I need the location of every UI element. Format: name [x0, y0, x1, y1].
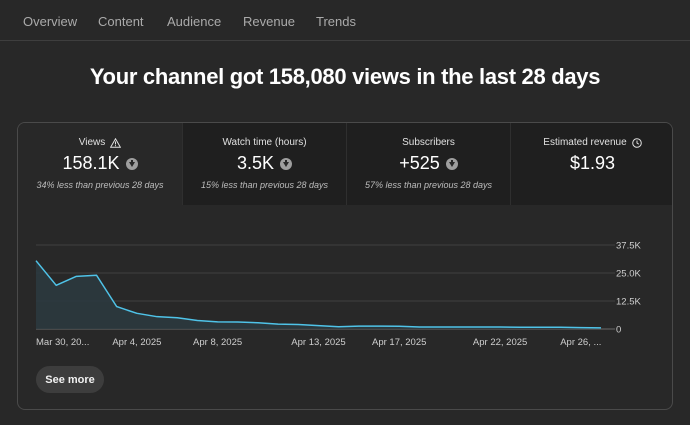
metric-label: Views	[78, 137, 106, 148]
views-chart: 0 12.5K 25.0K 37.5K Mar 30, 20... Apr 4, 2025…	[35, 241, 641, 348]
page-title: Your channel got 158,080 views in the la…	[89, 64, 601, 89]
metric-value: 158.1K	[62, 153, 120, 173]
metric-subscribers[interactable]: Subscribers +525 57% less than previous …	[346, 123, 510, 205]
tab-trends[interactable]: Trends	[316, 0, 356, 41]
warning-icon	[110, 137, 122, 148]
overview-card: Views 158.1K 34% less than previous 28 d…	[17, 122, 673, 410]
metric-value-row: +525	[347, 153, 510, 174]
metric-watch-time[interactable]: Watch time (hours) 3.5K 15% less than pr…	[182, 123, 346, 205]
metric-comparison: 57% less than previous 28 days	[364, 180, 493, 190]
tab-content[interactable]: Content	[98, 0, 144, 41]
metric-tabs: Views 158.1K 34% less than previous 28 d…	[18, 123, 672, 205]
metric-label: Watch time (hours)	[222, 137, 307, 148]
metric-views-label-row: Views	[18, 137, 182, 148]
x-tick-label: Mar 30, 20...	[36, 337, 89, 348]
y-tick-label: 37.5K	[616, 241, 641, 252]
y-tick-label: 0	[616, 325, 621, 336]
metric-value: $1.93	[569, 153, 616, 173]
metric-value: 3.5K	[236, 153, 275, 173]
tab-bar: Overview Content Audience Revenue Trends	[0, 0, 690, 41]
metric-value: +525	[399, 153, 440, 173]
metric-revenue-label-row: Estimated revenue	[511, 137, 672, 148]
x-tick-label: Apr 26, ...	[560, 337, 601, 348]
metric-comparison: 34% less than previous 28 days	[36, 180, 164, 190]
x-tick-label: Apr 22, 2025	[473, 337, 527, 348]
tab-overview[interactable]: Overview	[23, 0, 77, 41]
down-arrow-icon	[280, 157, 293, 170]
y-tick-label: 12.5K	[616, 297, 641, 308]
x-tick-label: Apr 17, 2025	[372, 337, 426, 348]
metric-views[interactable]: Views 158.1K 34% less than previous 28 d…	[18, 123, 182, 205]
metric-label: Estimated revenue	[543, 137, 627, 148]
y-tick-label: 25.0K	[616, 269, 641, 280]
metric-estimated-revenue[interactable]: Estimated revenue $1.93	[510, 123, 672, 205]
tab-audience[interactable]: Audience	[167, 0, 221, 41]
see-more-button[interactable]: See more	[36, 366, 104, 393]
metric-label: Subscribers	[402, 137, 455, 148]
metric-comparison: 15% less than previous 28 days	[200, 180, 329, 190]
clock-icon	[631, 137, 642, 148]
metric-value-row: 158.1K	[18, 153, 182, 174]
x-tick-label: Apr 8, 2025	[193, 337, 242, 348]
x-tick-label: Apr 13, 2025	[291, 337, 345, 348]
x-tick-label: Apr 4, 2025	[112, 337, 161, 348]
down-arrow-icon	[125, 157, 138, 170]
metric-value-row: $1.93	[511, 153, 672, 174]
down-arrow-icon	[445, 157, 458, 170]
series-area	[36, 260, 601, 329]
tab-revenue[interactable]: Revenue	[243, 0, 295, 41]
metric-value-row: 3.5K	[183, 153, 346, 174]
